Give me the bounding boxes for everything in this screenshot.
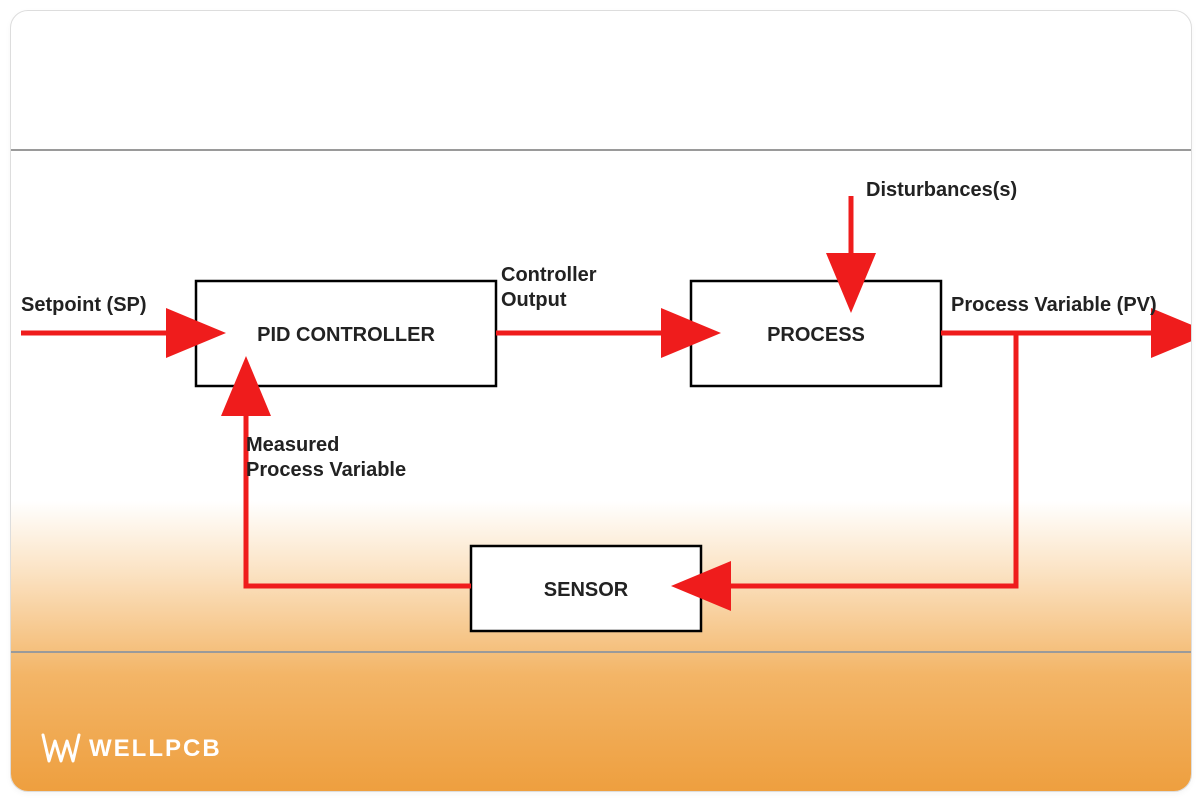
pid-control-loop-diagram: PID CONTROLLER PROCESS SENSOR Setpoint (… (11, 151, 1191, 651)
sensor-label: SENSOR (544, 579, 629, 601)
process-variable-label: Process Variable (PV) (951, 294, 1157, 316)
pid-controller-label: PID CONTROLLER (257, 324, 435, 346)
process-label: PROCESS (767, 324, 865, 346)
controller-output-label-1: Controller (501, 264, 597, 286)
measured-label-1: Measured (246, 434, 339, 456)
brand-logo: WELLPCB (41, 731, 222, 767)
disturbances-label: Disturbances(s) (866, 179, 1017, 201)
wellpcb-logo-icon (41, 731, 81, 767)
controller-output-label-2: Output (501, 289, 567, 311)
setpoint-label: Setpoint (SP) (21, 294, 147, 316)
diagram-card: PID CONTROLLER PROCESS SENSOR Setpoint (… (10, 10, 1192, 792)
sensor-to-pid-arrow (246, 406, 471, 586)
brand-name: WELLPCB (89, 735, 222, 763)
measured-label-2: Process Variable (246, 459, 406, 481)
divider-bottom (11, 651, 1191, 653)
